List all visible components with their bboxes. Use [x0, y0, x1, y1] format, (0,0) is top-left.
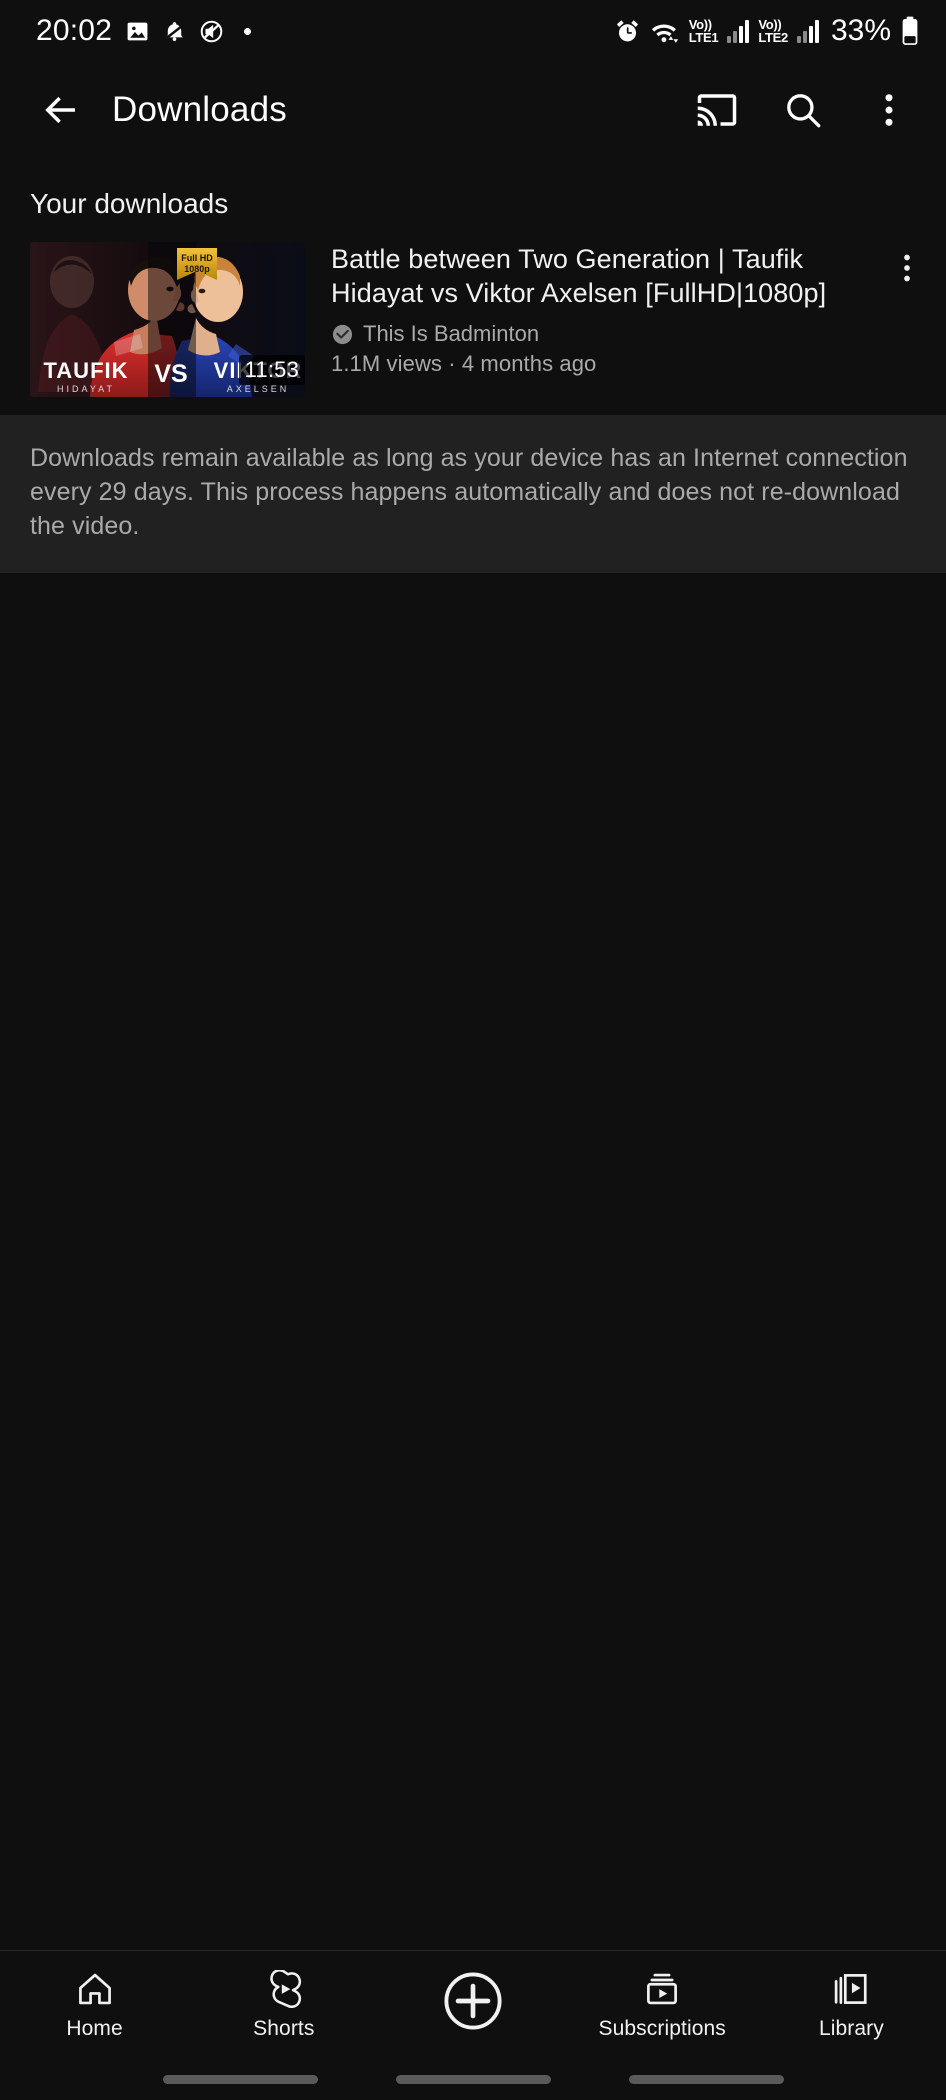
subscriptions-icon: [643, 1968, 681, 2010]
sim1-signal-bars-icon: [727, 19, 750, 43]
nav-item-subscriptions[interactable]: Subscriptions: [568, 1951, 757, 2057]
do-not-disturb-icon: [163, 19, 186, 44]
downloads-info-banner: Downloads remain available as long as yo…: [0, 415, 946, 573]
mute-icon: [199, 19, 224, 44]
downloads-info-text: Downloads remain available as long as yo…: [30, 444, 908, 540]
gesture-navigation-bars: [0, 2075, 946, 2084]
verified-check-icon: [331, 323, 354, 346]
bottom-nav-items: Home Shorts Subscriptions Library: [0, 1951, 946, 2057]
more-vertical-icon[interactable]: [858, 79, 920, 141]
cast-icon[interactable]: [686, 79, 748, 141]
svg-text:TAUFIK: TAUFIK: [43, 358, 128, 383]
nav-item-library[interactable]: Library: [757, 1951, 946, 2057]
video-more-menu-icon[interactable]: [876, 242, 938, 286]
back-button[interactable]: [30, 79, 92, 141]
status-dot-separator: [244, 27, 252, 35]
status-bar-left: 20:02: [36, 14, 252, 48]
sim2-volte-bottom: LTE2: [758, 30, 788, 45]
svg-text:AXELSEN: AXELSEN: [227, 384, 290, 394]
search-icon[interactable]: [772, 79, 834, 141]
image-icon: [125, 19, 150, 44]
video-stats: 1.1M views · 4 months ago: [331, 351, 597, 377]
app-bar-actions: [686, 79, 920, 141]
gesture-bar-home[interactable]: [395, 2075, 551, 2084]
video-duration-badge: 11:53: [238, 355, 305, 385]
nav-label-subscriptions: Subscriptions: [598, 2016, 726, 2040]
nav-label-shorts: Shorts: [253, 2016, 315, 2040]
bottom-navigation-bar: Home Shorts Subscriptions Library: [0, 1950, 946, 2100]
video-title: Battle between Two Generation | Taufik H…: [331, 244, 827, 309]
video-thumbnail[interactable]: Full HD 1080p TAUFIK HIDAYAT VS VIKTOR A…: [30, 242, 305, 397]
nav-item-home[interactable]: Home: [0, 1951, 189, 2057]
svg-text:Full HD: Full HD: [181, 253, 213, 263]
sim1-volte-label: Vo)) LTE1: [689, 18, 719, 44]
sim2-signal-bars-icon: [796, 19, 819, 43]
svg-text:1080p: 1080p: [184, 264, 210, 274]
alarm-icon: [614, 18, 641, 45]
battery-percent-label: 33%: [830, 14, 891, 47]
svg-text:HIDAYAT: HIDAYAT: [57, 384, 115, 394]
channel-line: This Is Badminton: [331, 321, 868, 347]
sim1-volte-bottom: LTE1: [688, 30, 719, 45]
shorts-icon: [265, 1968, 303, 2010]
downloaded-video-item[interactable]: Full HD 1080p TAUFIK HIDAYAT VS VIKTOR A…: [0, 236, 946, 409]
nav-item-create[interactable]: [378, 1951, 567, 2057]
gesture-bar-recents[interactable]: [628, 2075, 784, 2084]
battery-icon: [900, 16, 920, 46]
nav-item-shorts[interactable]: Shorts: [189, 1951, 378, 2057]
create-plus-icon: [442, 1970, 504, 2032]
section-heading: Your downloads: [30, 188, 229, 219]
status-bar-clock: 20:02: [36, 14, 113, 47]
app-bar: Downloads: [0, 62, 946, 158]
home-icon: [76, 1968, 114, 2010]
page-title: Downloads: [112, 90, 287, 129]
sim2-volte-label: Vo)) LTE2: [758, 18, 788, 44]
nav-label-library: Library: [818, 2016, 884, 2040]
gesture-bar-back[interactable]: [162, 2075, 318, 2084]
library-icon: [832, 1968, 870, 2010]
status-bar-right: Vo)) LTE1 Vo)) LTE2 33%: [614, 14, 920, 48]
video-metadata: Battle between Two Generation | Taufik H…: [305, 242, 876, 377]
svg-text:VS: VS: [154, 360, 187, 388]
nav-label-home: Home: [66, 2016, 123, 2040]
status-bar: 20:02 Vo)) LTE1 Vo)) LTE2 33%: [0, 0, 946, 62]
channel-name: This Is Badminton: [363, 321, 540, 347]
wifi-icon: [650, 18, 680, 45]
